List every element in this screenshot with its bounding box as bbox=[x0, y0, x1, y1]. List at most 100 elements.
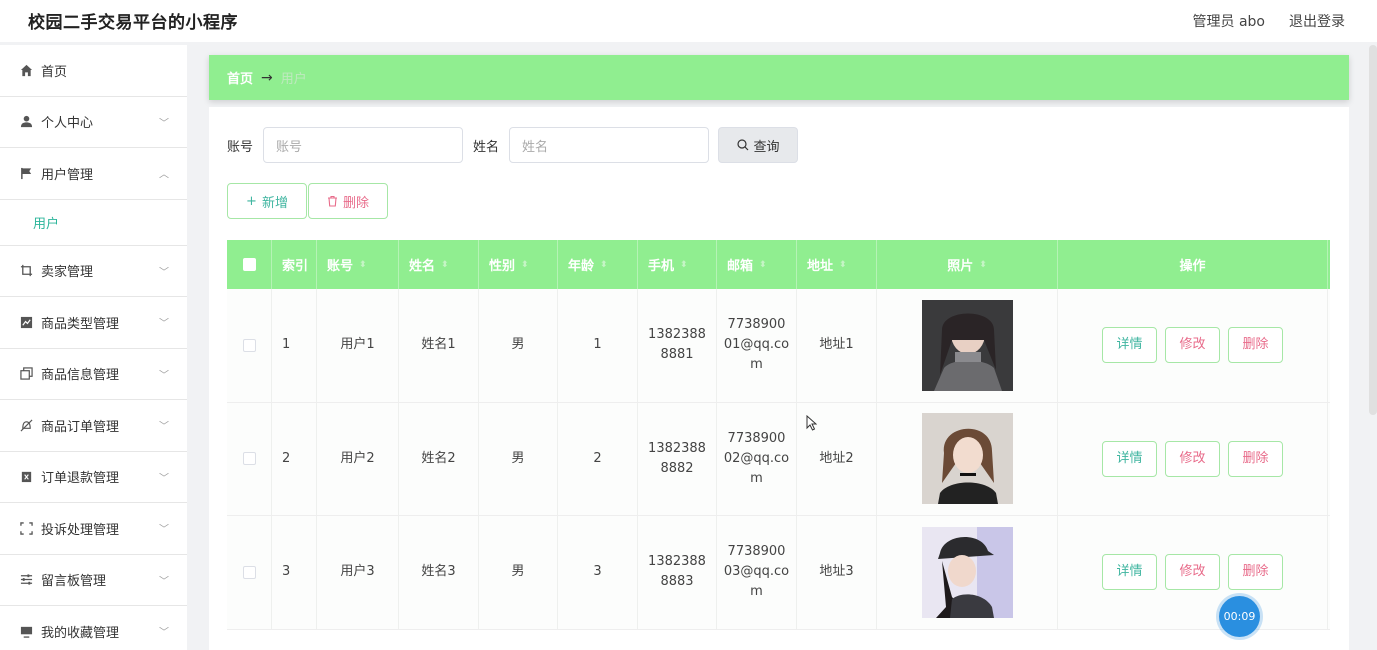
breadcrumb-home[interactable]: 首页 bbox=[227, 68, 253, 87]
sidebar-item-goods-type-management[interactable]: 商品类型管理 ﹀ bbox=[0, 297, 187, 349]
app-title: 校园二手交易平台的小程序 bbox=[28, 13, 238, 33]
breadcrumb-current: 用户 bbox=[280, 72, 307, 87]
sort-icon: ⬍ bbox=[979, 259, 987, 270]
chevron-up-icon: ︿ bbox=[159, 169, 169, 181]
chevron-down-icon: ﹀ bbox=[159, 118, 169, 130]
top-header: 校园二手交易平台的小程序 管理员 abo 退出登录 bbox=[0, 0, 1377, 42]
sidebar-item-goods-info-management[interactable]: 商品信息管理 ﹀ bbox=[0, 349, 187, 400]
batch-delete-label: 删除 bbox=[343, 195, 370, 211]
page-scrollbar[interactable] bbox=[1369, 45, 1377, 415]
select-all-checkbox[interactable] bbox=[242, 258, 256, 271]
cell-gender: 男 bbox=[479, 402, 558, 515]
cell-index: 1 bbox=[272, 289, 317, 402]
bell-off-icon bbox=[19, 418, 33, 432]
row-checkbox[interactable] bbox=[242, 565, 256, 579]
col-phone[interactable]: 手机 ⬍ bbox=[638, 240, 717, 289]
cell-gender: 男 bbox=[479, 289, 558, 402]
sidebar-item-seller-management[interactable]: 卖家管理 ﹀ bbox=[0, 246, 187, 297]
user-photo bbox=[921, 299, 1013, 391]
cell-phone: 13823888881 bbox=[648, 327, 706, 363]
cell-account: 用户2 bbox=[317, 402, 399, 515]
edit-button[interactable]: 修改 bbox=[1165, 327, 1220, 364]
chevron-down-icon: ﹀ bbox=[159, 370, 169, 382]
detail-button[interactable]: 详情 bbox=[1102, 554, 1157, 591]
sidebar-item-complaint-management[interactable]: 投诉处理管理 ﹀ bbox=[0, 503, 187, 555]
main-content: 首页 → 用户 账号 账号 姓名 姓名 查询 + 新增 删除 索引 账号 ⬍ 姓… bbox=[209, 55, 1349, 650]
table-row: 1 用户1 姓名1 男 1 13823888881 773890001@qq.c… bbox=[227, 289, 1330, 403]
account-search-input[interactable]: 账号 bbox=[263, 127, 464, 163]
cell-account: 用户3 bbox=[317, 516, 399, 629]
col-age[interactable]: 年龄 ⬍ bbox=[558, 240, 638, 289]
sidebar-item-goods-order-management[interactable]: 商品订单管理 ﹀ bbox=[0, 400, 187, 452]
user-photo bbox=[921, 413, 1013, 505]
sort-icon: ⬍ bbox=[441, 259, 449, 270]
table-row: 2 用户2 姓名2 男 2 13823888882 773890002@qq.c… bbox=[227, 402, 1330, 516]
breadcrumb: 首页 → 用户 bbox=[209, 55, 1349, 100]
cell-phone: 13823888883 bbox=[648, 554, 706, 590]
cell-gender: 男 bbox=[479, 516, 558, 629]
edit-button[interactable]: 修改 bbox=[1165, 440, 1220, 477]
sidebar-item-refund-management[interactable]: 订单退款管理 ﹀ bbox=[0, 452, 187, 503]
col-account[interactable]: 账号 ⬍ bbox=[317, 240, 399, 289]
content-panel: 账号 账号 姓名 姓名 查询 + 新增 删除 索引 账号 ⬍ 姓名 ⬍ 性别 ⬍… bbox=[209, 107, 1349, 650]
arrow-right-icon: → bbox=[261, 69, 273, 86]
sidebar-item-favorites-management[interactable]: 我的收藏管理 ﹀ bbox=[0, 606, 187, 650]
detail-button[interactable]: 详情 bbox=[1102, 327, 1157, 364]
edit-button[interactable]: 修改 bbox=[1165, 554, 1220, 591]
chevron-down-icon: ﹀ bbox=[159, 318, 169, 330]
cell-address: 地址3 bbox=[797, 516, 877, 629]
col-photo[interactable]: 照片 ⬍ bbox=[877, 240, 1058, 289]
sidebar-item-label: 我的收藏管理 bbox=[41, 625, 120, 641]
name-label: 姓名 bbox=[473, 139, 500, 155]
chevron-down-icon: ﹀ bbox=[159, 627, 169, 639]
sidebar-item-personal-center[interactable]: 个人中心 ﹀ bbox=[0, 97, 187, 148]
cell-email: 773890002@qq.com bbox=[723, 430, 790, 486]
cell-index: 3 bbox=[272, 516, 317, 629]
sidebar-item-label: 首页 bbox=[41, 64, 68, 80]
user-table: 索引 账号 ⬍ 姓名 ⬍ 性别 ⬍ 年龄 ⬍ 手机 ⬍ 邮箱 ⬍ 地址 ⬍ 照片 ⬍ 操作 1 … bbox=[227, 240, 1330, 630]
row-checkbox[interactable] bbox=[242, 338, 256, 352]
sidebar-item-label: 投诉处理管理 bbox=[41, 522, 120, 538]
col-name[interactable]: 姓名 ⬍ bbox=[399, 240, 479, 289]
delete-button[interactable]: 删除 bbox=[1228, 327, 1283, 364]
name-search-input[interactable]: 姓名 bbox=[509, 127, 710, 163]
select-all-cell bbox=[227, 240, 272, 289]
action-bar: + 新增 删除 bbox=[227, 183, 389, 219]
detail-button[interactable]: 详情 bbox=[1102, 440, 1157, 477]
col-actions: 操作 bbox=[1058, 240, 1328, 289]
monitor-icon bbox=[19, 624, 33, 638]
sidebar-item-label: 商品类型管理 bbox=[41, 316, 120, 332]
delete-button[interactable]: 删除 bbox=[1228, 554, 1283, 591]
full-screen-icon bbox=[19, 521, 33, 535]
sort-icon: ⬍ bbox=[680, 259, 688, 270]
sidebar-item-message-board-management[interactable]: 留言板管理 ﹀ bbox=[0, 555, 187, 606]
query-button[interactable]: 查询 bbox=[718, 127, 799, 163]
sidebar-item-label: 商品订单管理 bbox=[41, 419, 120, 435]
row-checkbox[interactable] bbox=[242, 452, 256, 466]
col-gender[interactable]: 性别 ⬍ bbox=[479, 240, 558, 289]
sidebar-item-home[interactable]: 首页 bbox=[0, 45, 187, 97]
sidebar-item-label: 订单退款管理 bbox=[41, 471, 120, 487]
cell-age: 2 bbox=[558, 402, 638, 515]
search-bar: 账号 账号 姓名 姓名 查询 bbox=[227, 127, 799, 163]
col-address[interactable]: 地址 ⬍ bbox=[797, 240, 877, 289]
delete-button[interactable]: 删除 bbox=[1228, 440, 1283, 477]
recording-timer[interactable]: 00:09 bbox=[1219, 596, 1260, 637]
sidebar-item-label: 留言板管理 bbox=[41, 574, 107, 590]
cell-age: 3 bbox=[558, 516, 638, 629]
cell-address: 地址1 bbox=[797, 289, 877, 402]
sidebar-item-user-management[interactable]: 用户管理 ︿ bbox=[0, 148, 187, 200]
logout-link[interactable]: 退出登录 bbox=[1289, 11, 1345, 31]
sidebar-subitem-user[interactable]: 用户 bbox=[0, 200, 187, 246]
col-email[interactable]: 邮箱 ⬍ bbox=[717, 240, 797, 289]
cell-index: 2 bbox=[272, 402, 317, 515]
sidebar-item-label: 卖家管理 bbox=[41, 265, 94, 281]
batch-delete-button[interactable]: 删除 bbox=[308, 183, 388, 219]
chevron-down-icon: ﹀ bbox=[159, 421, 169, 433]
trash-icon bbox=[327, 195, 338, 207]
chart-icon bbox=[19, 315, 33, 329]
cell-email: 773890003@qq.com bbox=[723, 544, 790, 600]
cell-name: 姓名2 bbox=[399, 402, 479, 515]
add-button[interactable]: + 新增 bbox=[227, 183, 307, 219]
chevron-down-icon: ﹀ bbox=[159, 576, 169, 588]
